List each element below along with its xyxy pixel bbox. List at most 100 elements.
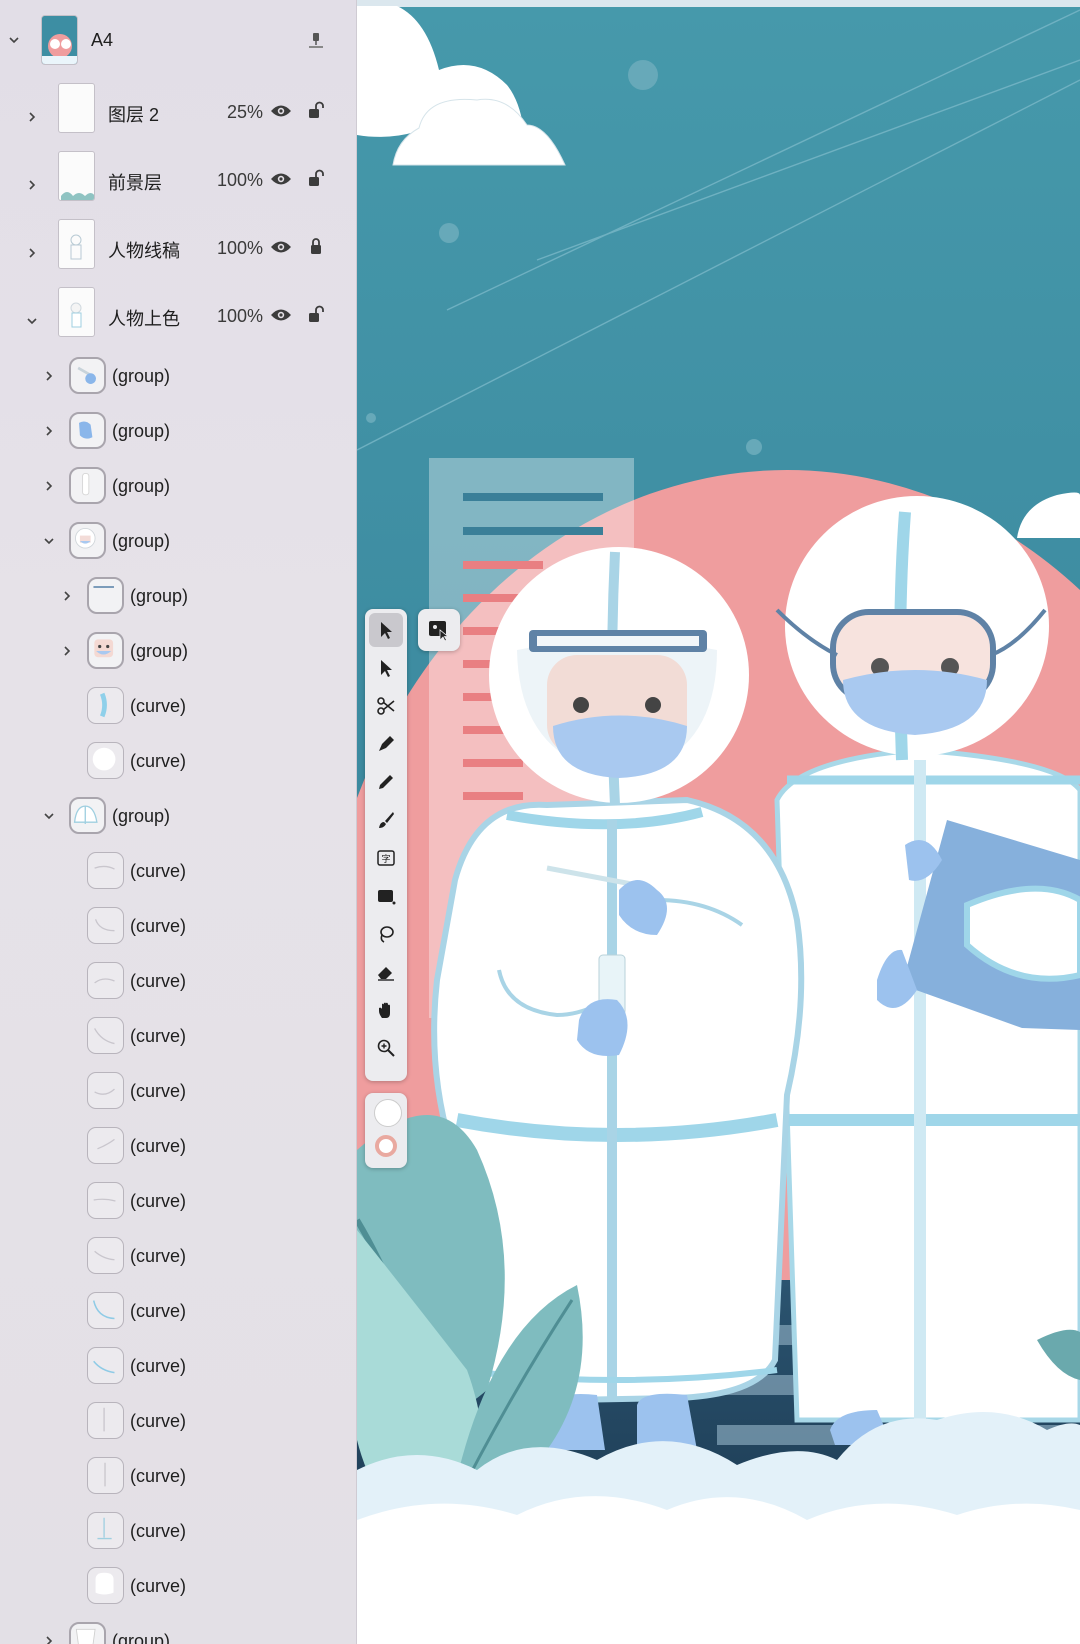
tree-label: (group)	[112, 421, 171, 441]
chevron-down-icon[interactable]	[38, 530, 60, 552]
curve-thumbnail	[87, 907, 124, 944]
color-swatches	[365, 1093, 407, 1168]
tree-row-curve[interactable]: (curve)	[0, 1504, 356, 1558]
reference-image-button[interactable]	[418, 609, 460, 651]
document-name: A4	[91, 30, 114, 50]
eraser-icon[interactable]	[369, 955, 403, 989]
curve-thumbnail	[87, 1347, 124, 1384]
layer-opacity[interactable]: 100%	[217, 238, 263, 259]
layer-opacity[interactable]: 100%	[217, 170, 263, 191]
chevron-down-icon[interactable]	[3, 29, 25, 51]
tree-label: (group)	[130, 586, 189, 606]
curve-thumbnail	[87, 1567, 124, 1604]
layer-row[interactable]: 人物上色 100%	[0, 287, 356, 355]
tree-label: (curve)	[130, 1301, 187, 1321]
eye-icon[interactable]	[270, 307, 292, 323]
tree-row-curve[interactable]: (curve)	[0, 1284, 356, 1338]
brush-icon[interactable]	[369, 803, 403, 837]
curve-thumbnail	[87, 1237, 124, 1274]
tree-row-curve[interactable]: (curve)	[0, 1229, 356, 1283]
tree-label: (group)	[112, 366, 171, 386]
pencil-icon[interactable]	[369, 765, 403, 799]
chevron-down-icon[interactable]	[21, 310, 43, 332]
layer-opacity[interactable]: 100%	[217, 306, 263, 327]
tree-row-group[interactable]: (group)	[0, 404, 356, 458]
layer-thumbnail	[58, 219, 95, 269]
tree-row-curve[interactable]: (curve)	[0, 1009, 356, 1063]
tree-row-curve[interactable]: (curve)	[0, 1119, 356, 1173]
curve-thumbnail	[87, 962, 124, 999]
document-row[interactable]: A4	[0, 6, 356, 74]
rectangle-icon[interactable]	[369, 879, 403, 913]
tree-row-group[interactable]: (group)	[0, 1614, 356, 1644]
curve-thumbnail	[87, 1072, 124, 1109]
chevron-right-icon[interactable]	[56, 585, 78, 607]
tree-label: (curve)	[130, 1466, 187, 1486]
tree-row-curve[interactable]: (curve)	[0, 844, 356, 898]
layer-row[interactable]: 人物线稿 100%	[0, 219, 356, 287]
tree-label: (curve)	[130, 1411, 187, 1431]
eye-icon[interactable]	[270, 171, 292, 187]
tree-row-curve[interactable]: (curve)	[0, 899, 356, 953]
chevron-right-icon[interactable]	[38, 1630, 60, 1644]
select-arrow-icon[interactable]	[369, 613, 403, 647]
group-thumbnail	[69, 1622, 106, 1644]
eye-icon[interactable]	[270, 103, 292, 119]
tree-row-curve[interactable]: (curve)	[0, 1174, 356, 1228]
layer-name: 图层 2	[108, 105, 160, 125]
lock-icon[interactable]	[308, 237, 324, 255]
lasso-icon[interactable]	[369, 917, 403, 951]
direct-select-icon[interactable]	[369, 651, 403, 685]
curve-thumbnail	[87, 687, 124, 724]
curve-thumbnail	[87, 852, 124, 889]
layer-opacity[interactable]: 25%	[227, 102, 263, 123]
tree-label: (curve)	[130, 1521, 187, 1541]
tree-row-group[interactable]: (group)	[0, 789, 356, 843]
tree-label: (group)	[112, 476, 171, 496]
zoom-icon[interactable]	[369, 1031, 403, 1065]
document-options-icon[interactable]	[305, 31, 327, 51]
group-thumbnail	[69, 412, 106, 449]
tree-row-group[interactable]: (group)	[0, 624, 356, 678]
stroke-color-swatch[interactable]	[375, 1135, 397, 1157]
scissors-icon[interactable]	[369, 689, 403, 723]
chevron-right-icon[interactable]	[21, 106, 43, 128]
pen-icon[interactable]	[369, 727, 403, 761]
tree-row-group[interactable]: (group)	[0, 349, 356, 403]
chevron-right-icon[interactable]	[38, 420, 60, 442]
tree-label: (curve)	[130, 1356, 187, 1376]
eye-icon[interactable]	[270, 239, 292, 255]
tree-label: (curve)	[130, 696, 187, 716]
fill-color-swatch[interactable]	[374, 1099, 402, 1127]
unlock-icon[interactable]	[308, 305, 324, 323]
layer-row[interactable]: 前景层 100%	[0, 151, 356, 219]
layer-row[interactable]: 图层 2 25%	[0, 83, 356, 151]
chevron-down-icon[interactable]	[38, 805, 60, 827]
group-thumbnail	[87, 577, 124, 614]
tree-row-curve[interactable]: (curve)	[0, 1559, 356, 1613]
chevron-right-icon[interactable]	[56, 640, 78, 662]
chevron-right-icon[interactable]	[21, 242, 43, 264]
tree-row-curve[interactable]: (curve)	[0, 679, 356, 733]
tree-row-curve[interactable]: (curve)	[0, 734, 356, 788]
unlock-icon[interactable]	[308, 169, 324, 187]
hand-icon[interactable]	[369, 993, 403, 1027]
tree-row-curve[interactable]: (curve)	[0, 954, 356, 1008]
tool-palette: 字	[365, 609, 407, 1081]
tree-row-curve[interactable]: (curve)	[0, 1449, 356, 1503]
tree-row-group[interactable]: (group)	[0, 514, 356, 568]
chevron-right-icon[interactable]	[38, 365, 60, 387]
tree-row-group[interactable]: (group)	[0, 459, 356, 513]
chevron-right-icon[interactable]	[21, 174, 43, 196]
curve-thumbnail	[87, 1182, 124, 1219]
chevron-right-icon[interactable]	[38, 475, 60, 497]
tree-label: (curve)	[130, 1026, 187, 1046]
unlock-icon[interactable]	[308, 101, 324, 119]
tree-row-curve[interactable]: (curve)	[0, 1339, 356, 1393]
text-icon[interactable]: 字	[369, 841, 403, 875]
artboard-canvas[interactable]	[357, 0, 1080, 1644]
tree-row-curve[interactable]: (curve)	[0, 1064, 356, 1118]
tree-row-curve[interactable]: (curve)	[0, 1394, 356, 1448]
group-thumbnail	[69, 797, 106, 834]
tree-row-group[interactable]: (group)	[0, 569, 356, 623]
